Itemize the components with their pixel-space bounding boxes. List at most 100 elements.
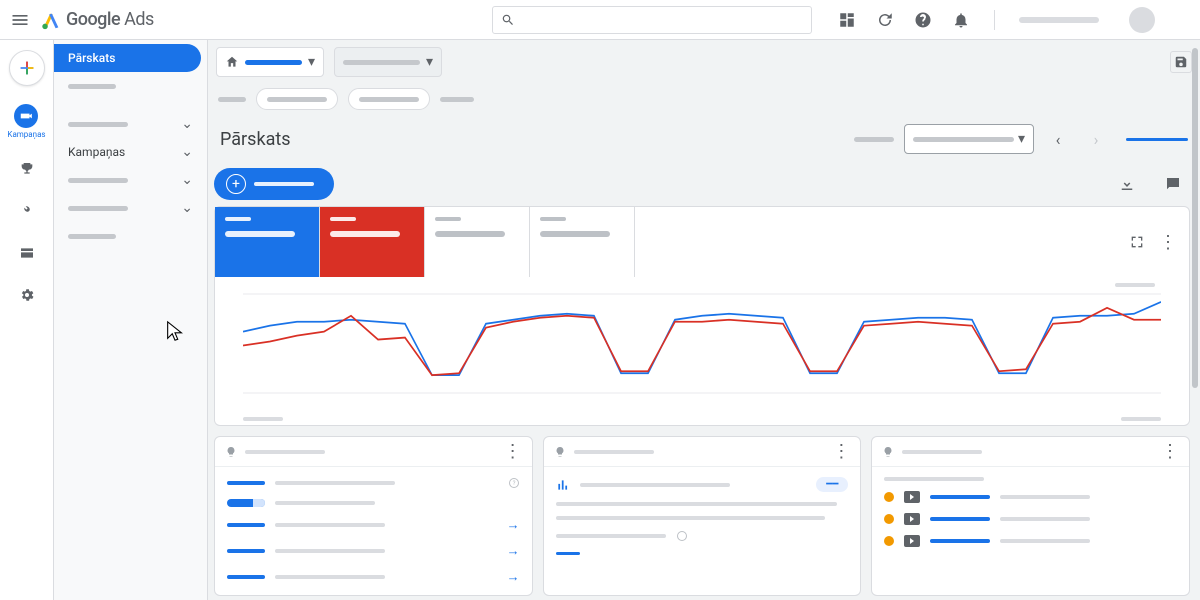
asset-row[interactable]	[884, 491, 1177, 503]
card-menu-icon[interactable]: ⋮	[504, 441, 522, 462]
metric-tab-3[interactable]	[425, 207, 530, 277]
filter-row: ▾ ▾	[208, 40, 1200, 84]
asset-row[interactable]	[884, 513, 1177, 525]
main-content: ▾ ▾ Pārskats ▾ ‹ › +	[208, 40, 1200, 600]
bulb-icon	[882, 446, 894, 458]
nav-item-expandable[interactable]: ⌄	[54, 194, 207, 222]
top-icon-group	[838, 7, 1159, 33]
nav-item-overview[interactable]: Pārskats	[54, 44, 201, 72]
x-axis-labels	[243, 417, 1161, 421]
left-rail: Kampaņas	[0, 40, 54, 600]
status-dot	[884, 492, 894, 502]
list-item[interactable]: →	[227, 543, 520, 559]
rail-item-admin[interactable]	[15, 283, 39, 307]
avatar[interactable]	[1129, 7, 1155, 33]
new-campaign-button[interactable]: +	[214, 168, 334, 200]
refresh-icon[interactable]	[876, 11, 894, 29]
nav-item-expandable[interactable]: ⌄	[54, 110, 207, 138]
date-range-dropdown[interactable]: ▾	[904, 124, 1034, 154]
help-icon[interactable]	[914, 11, 932, 29]
nav-item[interactable]	[54, 222, 207, 250]
account-name-placeholder	[1019, 17, 1099, 23]
metric-tab-2[interactable]	[320, 207, 425, 277]
caret-down-icon: ▾	[426, 54, 433, 70]
save-view-button[interactable]	[1170, 51, 1192, 73]
chart-body	[215, 277, 1189, 425]
nav-item[interactable]	[54, 72, 207, 100]
card-menu-icon[interactable]: ⋮	[1161, 441, 1179, 462]
card-menu-icon[interactable]: ⋮	[832, 441, 850, 462]
chevron-down-icon: ⌄	[181, 200, 193, 216]
list-item[interactable]	[227, 499, 520, 507]
google-ads-logo-icon	[40, 9, 62, 31]
metric-tab-4[interactable]	[530, 207, 635, 277]
scope-dropdown[interactable]: ▾	[334, 47, 442, 77]
feedback-icon[interactable]	[1164, 175, 1182, 193]
menu-icon[interactable]	[8, 8, 32, 32]
video-icon	[904, 491, 920, 503]
notifications-icon[interactable]	[952, 11, 970, 29]
cursor-icon	[164, 320, 186, 342]
arrow-right-icon: →	[507, 569, 520, 585]
video-icon	[904, 513, 920, 525]
card-menu-icon[interactable]: ⋮	[1159, 232, 1177, 253]
app-logo[interactable]: Google Ads	[40, 9, 154, 31]
compare-label	[854, 137, 894, 142]
status-dot	[884, 536, 894, 546]
search-icon	[501, 13, 515, 27]
download-icon[interactable]	[1118, 175, 1136, 193]
list-item[interactable]: →	[227, 569, 520, 585]
trophy-icon	[19, 161, 35, 177]
plus-icon	[16, 57, 38, 79]
metric-tabs: ⋮	[215, 207, 1189, 277]
recommendations-tile: ⋮ ? → → →	[214, 436, 533, 596]
svg-text:?: ?	[512, 480, 515, 487]
next-period-button[interactable]: ›	[1082, 125, 1110, 153]
rail-label-campaigns: Kampaņas	[7, 130, 45, 139]
arrow-right-icon: →	[507, 543, 520, 559]
rail-item-tools[interactable]	[15, 199, 39, 223]
tools-icon	[19, 203, 35, 219]
chevron-down-icon: ⌄	[181, 144, 193, 160]
nav-item-expandable[interactable]: ⌄	[54, 166, 207, 194]
rail-item-campaigns[interactable]: Kampaņas	[7, 104, 45, 139]
scrollbar[interactable]	[1192, 48, 1198, 388]
card-icon	[19, 245, 35, 261]
bulb-icon	[225, 446, 237, 458]
action-row: +	[208, 164, 1200, 204]
status-badge: ━━	[816, 477, 848, 492]
asset-row[interactable]	[884, 535, 1177, 547]
page-title: Pārskats	[220, 129, 291, 150]
metric-tab-1[interactable]	[215, 207, 320, 277]
title-row: Pārskats ▾ ‹ ›	[208, 114, 1200, 164]
help-icon[interactable]	[676, 530, 688, 542]
save-icon	[1174, 55, 1188, 69]
list-item[interactable]: ?	[227, 477, 520, 489]
accent-indicator	[1126, 138, 1188, 141]
account-dropdown[interactable]: ▾	[216, 47, 324, 77]
nav-item-campaigns[interactable]: Kampaņas⌄	[54, 138, 207, 166]
y-axis-label	[1115, 283, 1155, 287]
chevron-down-icon: ⌄	[181, 116, 193, 132]
prev-period-button[interactable]: ‹	[1044, 125, 1072, 153]
insight-tile: ⋮ ━━	[543, 436, 862, 596]
image-icon	[904, 535, 920, 547]
expand-chart-icon[interactable]	[1129, 234, 1145, 250]
rail-item-billing[interactable]	[15, 241, 39, 265]
status-dot	[884, 514, 894, 524]
help-icon[interactable]: ?	[508, 477, 520, 489]
filter-chip[interactable]	[348, 88, 430, 110]
chip-label	[218, 97, 246, 102]
chip-label	[440, 97, 474, 102]
divider	[994, 10, 995, 30]
search-field[interactable]	[521, 13, 803, 27]
list-item[interactable]: →	[227, 517, 520, 533]
reports-icon[interactable]	[838, 11, 856, 29]
create-button[interactable]	[9, 50, 45, 86]
bulb-icon	[554, 446, 566, 458]
search-input[interactable]	[492, 6, 812, 34]
chip-row	[208, 84, 1200, 114]
performance-chart-card: ⋮	[214, 206, 1190, 426]
rail-item-goals[interactable]	[15, 157, 39, 181]
filter-chip[interactable]	[256, 88, 338, 110]
